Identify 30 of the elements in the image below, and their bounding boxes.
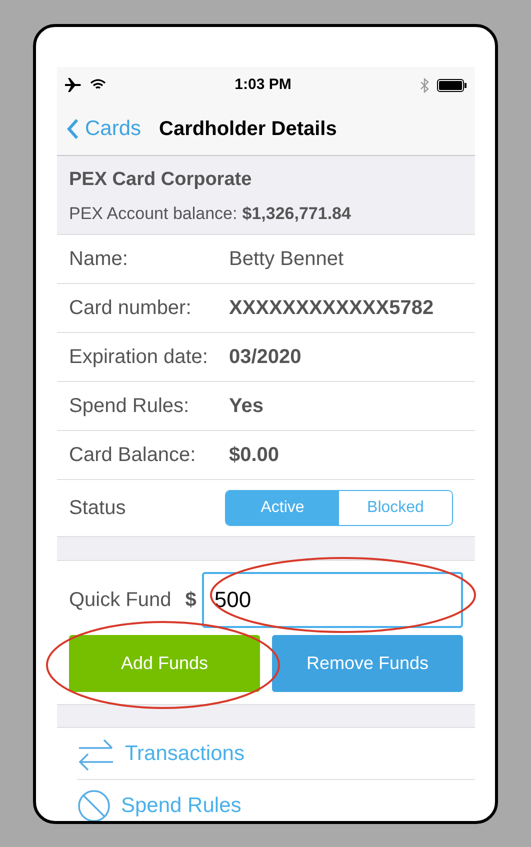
add-funds-button[interactable]: Add Funds — [69, 635, 260, 692]
status-time: 1:03 PM — [234, 74, 292, 95]
detail-label: Name: — [69, 247, 129, 272]
detail-value: $0.00 — [229, 443, 280, 468]
detail-value: Yes — [229, 394, 264, 419]
account-name: PEX Card Corporate — [69, 168, 253, 192]
quick-fund-label: Quick Fund — [69, 588, 172, 613]
detail-label: Card number: — [69, 296, 192, 321]
amount-input-field[interactable]: 500 — [202, 572, 463, 628]
status-segment[interactable]: Active — [226, 491, 339, 525]
balance-amount: $1,326,771.84 — [242, 202, 351, 224]
bluetooth-icon — [420, 78, 429, 92]
detail-label: Card Balance: — [69, 443, 197, 468]
detail-label: Spend Rules: — [69, 394, 190, 419]
menu-item[interactable]: Transactions — [77, 728, 475, 780]
chevron-left-icon — [67, 118, 79, 140]
wifi-icon — [90, 79, 106, 91]
detail-value: 03/2020 — [229, 345, 302, 370]
detail-value: Betty Bennet — [229, 247, 344, 272]
balance-label: PEX Account balance: — [69, 202, 238, 224]
screen-title: Cardholder Details — [159, 117, 337, 142]
battery-icon — [436, 78, 467, 92]
menu-item[interactable]: Spend Rules — [77, 780, 475, 821]
remove-funds-button[interactable]: Remove Funds — [272, 635, 463, 692]
detail-label: Expiration date: — [69, 345, 209, 370]
back-button[interactable]: Cards — [67, 113, 142, 145]
status-label: Status — [69, 496, 126, 521]
airplane-icon — [65, 78, 82, 92]
currency-symbol: $ — [185, 588, 196, 613]
detail-value: XXXXXXXXXXXX5782 — [229, 296, 434, 321]
